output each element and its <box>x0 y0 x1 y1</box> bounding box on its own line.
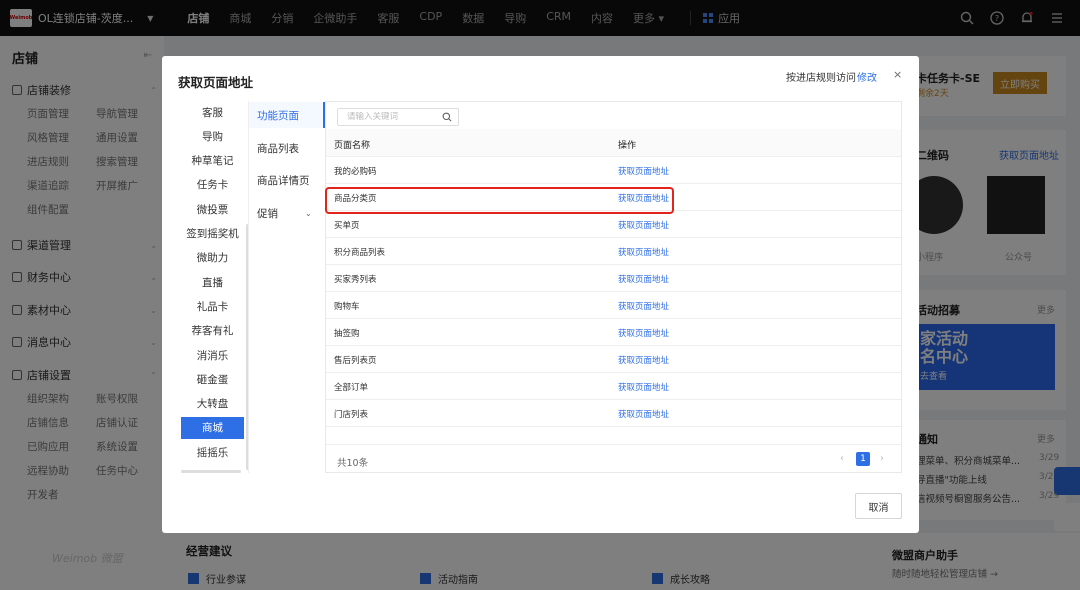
page-name: 买单页 <box>334 221 360 231</box>
table-row: 门店列表 获取页面地址 <box>326 400 901 427</box>
category-item[interactable]: 摇摇乐 <box>181 441 244 463</box>
table-row: 抽签购 获取页面地址 <box>326 319 901 346</box>
total-count: 共10条 <box>337 458 369 469</box>
get-address-link[interactable]: 获取页面地址 <box>618 300 669 312</box>
chevron-down-icon: ⌄ <box>305 208 312 218</box>
category-item[interactable]: 种草笔记 <box>181 150 244 172</box>
entry-rule-hint: 按进店规则访问 <box>786 73 856 84</box>
subcategory-item[interactable]: 功能页面 <box>249 102 325 128</box>
subcategory-label: 功能页面 <box>257 109 299 122</box>
table-row: 买单页 获取页面地址 <box>326 211 901 238</box>
get-address-link[interactable]: 获取页面地址 <box>618 354 669 366</box>
header-action: 操作 <box>618 141 637 151</box>
close-icon[interactable]: × <box>893 68 902 81</box>
subcategory-list: 功能页面商品列表商品详情页促销 ⌄ <box>248 101 325 473</box>
get-address-link[interactable]: 获取页面地址 <box>618 408 669 420</box>
dialog-title: 获取页面地址 <box>178 75 254 90</box>
get-address-link[interactable]: 获取页面地址 <box>618 246 669 258</box>
header-page-name: 页面名称 <box>334 141 371 151</box>
get-address-link[interactable]: 获取页面地址 <box>618 273 669 285</box>
category-item[interactable]: 微助力 <box>181 247 244 269</box>
page-name: 门店列表 <box>334 410 369 420</box>
highlight-box <box>325 187 674 214</box>
category-item[interactable]: 签到摇奖机 <box>181 223 244 245</box>
edit-rule-link[interactable]: 修改 <box>857 69 877 84</box>
table-row: 积分商品列表 获取页面地址 <box>326 238 901 265</box>
table-row: 售后列表页 获取页面地址 <box>326 346 901 373</box>
category-item[interactable]: 礼品卡 <box>181 295 244 317</box>
page-name: 全部订单 <box>334 383 369 393</box>
page-name: 我的必购码 <box>334 167 377 177</box>
search-input[interactable] <box>347 112 439 122</box>
next-page-icon[interactable]: › <box>880 453 884 464</box>
category-item[interactable]: 荐客有礼 <box>181 320 244 342</box>
page-name: 售后列表页 <box>334 356 377 366</box>
category-item[interactable]: 直播 <box>181 271 244 293</box>
page-name: 抽签购 <box>334 329 360 339</box>
category-item[interactable]: 导购 <box>181 125 244 147</box>
subcategory-label: 促销 <box>257 207 278 220</box>
category-item[interactable]: 任务卡 <box>181 174 244 196</box>
table-footer: 共10条 ‹ 1 › <box>326 444 901 473</box>
category-list: 客服 导购种草笔记 任务卡 微投票签到摇奖机 微助力 直播 礼品卡荐客有礼 消消乐 砸金蛋大转盘… <box>181 101 244 473</box>
page-name: 积分商品列表 <box>334 248 386 258</box>
category-item[interactable]: 商城 <box>181 416 244 439</box>
category-item[interactable]: 微投票 <box>181 198 244 220</box>
subcategory-item[interactable]: 促销 ⌄ <box>249 200 325 226</box>
subcategory-label: 商品列表 <box>257 142 299 155</box>
prev-page-icon[interactable]: ‹ <box>840 453 844 464</box>
get-page-address-dialog: 获取页面地址 按进店规则访问 修改 × 客服 导购种草笔记 任务卡 微投票签到摇奖机微… <box>162 56 919 533</box>
category-item[interactable]: 客服 <box>181 101 244 123</box>
table-header <box>326 129 901 157</box>
page-name: 购物车 <box>334 302 360 312</box>
category-item[interactable]: 砸金蛋 <box>181 368 244 390</box>
table-row: 我的必购码 获取页面地址 <box>326 157 901 184</box>
category-h-scrollbar[interactable] <box>181 470 241 473</box>
subcategory-item[interactable]: 商品列表 <box>249 135 325 161</box>
subcategory-label: 商品详情页 <box>257 174 310 187</box>
get-address-link[interactable]: 获取页面地址 <box>618 381 669 393</box>
get-address-link[interactable]: 获取页面地址 <box>618 327 669 339</box>
category-item[interactable]: 消消乐 <box>181 344 244 366</box>
table-row: 购物车 获取页面地址 <box>326 292 901 319</box>
table-row: 全部订单 获取页面地址 <box>326 373 901 400</box>
page-table-panel: 页面名称 操作 我的必购码获取页面地址商品分类页获取页面地址买单页获取页面地址积… <box>325 101 902 473</box>
cancel-button[interactable]: 取消 <box>855 493 902 519</box>
get-address-link[interactable]: 获取页面地址 <box>618 165 669 177</box>
table-row: 买家秀列表 获取页面地址 <box>326 265 901 292</box>
category-item[interactable]: 大转盘 <box>181 393 244 415</box>
page-name: 买家秀列表 <box>334 275 377 285</box>
get-address-link[interactable]: 获取页面地址 <box>618 219 669 231</box>
subcategory-item[interactable]: 商品详情页 <box>249 167 325 193</box>
page-number-button[interactable]: 1 <box>856 452 870 466</box>
search-icon[interactable] <box>442 112 452 122</box>
search-box <box>337 108 459 126</box>
